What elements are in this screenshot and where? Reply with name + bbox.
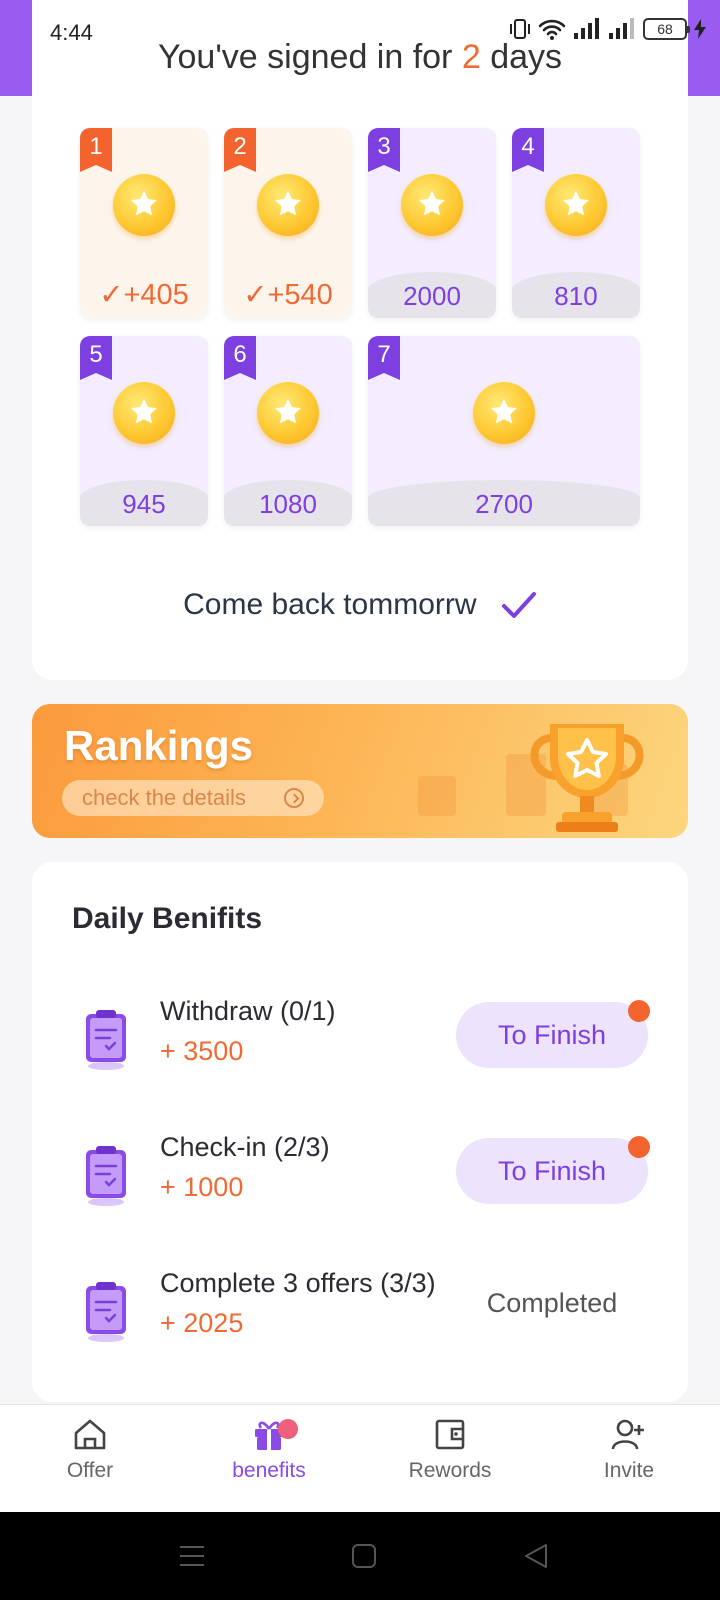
nav-item-offer[interactable]: Offer (25, 1417, 155, 1483)
clipboard-icon (86, 1010, 126, 1070)
to-finish-button[interactable]: To Finish (456, 1136, 650, 1204)
day-reward-claimed: ✓+540 (243, 279, 333, 311)
coin-icon (113, 174, 175, 236)
notification-dot (628, 1136, 650, 1158)
task-reward: + 3500 (160, 1036, 244, 1066)
signal-icon (609, 18, 634, 39)
home-icon (74, 1419, 106, 1450)
day-reward: 1080 coins (224, 480, 352, 526)
day-badge: 1 (80, 128, 112, 172)
coin-icon (401, 174, 463, 236)
notification-dot (278, 1419, 298, 1439)
day-badge: 7 (368, 336, 400, 380)
day-card-7[interactable]: 7 2700 coins (368, 336, 640, 526)
notification-dot (628, 1000, 650, 1022)
day-reward: 2000 coins (368, 272, 496, 318)
clipboard-icon (86, 1146, 126, 1206)
task-name: Withdraw (0/1) (160, 996, 336, 1026)
day-reward: 2700 coins (368, 480, 640, 526)
task-row: Complete 3 offers (3/3) + 2025 Completed (32, 1264, 688, 1344)
rankings-banner[interactable]: Rankings check the details (32, 704, 688, 838)
nav-item-invite[interactable]: Invite (564, 1417, 694, 1483)
day-card-5[interactable]: 5 945 coins (80, 336, 208, 526)
home-button-icon[interactable] (350, 1542, 378, 1570)
check-details-button[interactable]: check the details (62, 780, 324, 816)
rankings-title: Rankings (64, 722, 254, 769)
signin-card: You've signed in for 2 days 1 ✓+405 2 ✓+… (32, 0, 688, 680)
back-icon[interactable] (522, 1542, 550, 1570)
day-card-6[interactable]: 6 1080 coins (224, 336, 352, 526)
bottom-nav: Offer benefits Rewords Invite (0, 1404, 720, 1512)
battery-icon: 68 (643, 18, 690, 40)
task-row: Check-in (2/3) + 1000 To Finish (32, 1128, 688, 1208)
wallet-icon (435, 1419, 465, 1450)
day-reward-claimed: ✓+405 (99, 279, 189, 311)
menu-icon[interactable] (178, 1542, 206, 1570)
coin-icon (257, 174, 319, 236)
task-row: Withdraw (0/1) + 3500 To Finish (32, 992, 688, 1072)
nav-item-rewords[interactable]: Rewords (385, 1417, 515, 1483)
arrow-right-icon (284, 788, 304, 808)
podium-decoration (418, 776, 456, 816)
day-card-1[interactable]: 1 ✓+405 (80, 128, 208, 318)
task-reward: + 1000 (160, 1172, 244, 1202)
come-back-message: Come back tommorrw (32, 588, 688, 622)
to-finish-button[interactable]: To Finish (456, 1000, 650, 1068)
day-badge: 5 (80, 336, 112, 380)
day-card-2[interactable]: 2 ✓+540 (224, 128, 352, 318)
daily-benefits-card: Daily Benifits Withdraw (0/1) + 3500 To … (32, 862, 688, 1402)
coin-icon (545, 174, 607, 236)
signal-icon (574, 18, 599, 39)
task-name: Check-in (2/3) (160, 1132, 330, 1162)
vibrate-icon (510, 19, 530, 39)
day-badge: 6 (224, 336, 256, 380)
wifi-icon (538, 19, 566, 40)
nav-item-benefits[interactable]: benefits (204, 1417, 334, 1483)
task-reward: + 2025 (160, 1308, 244, 1338)
day-badge: 2 (224, 128, 256, 172)
system-nav-bar (0, 1512, 720, 1600)
charging-icon (694, 19, 706, 39)
day-reward: 945 coins (80, 480, 208, 526)
day-badge: 4 (512, 128, 544, 172)
add-user-icon (611, 1419, 644, 1450)
status-time: 4:44 (50, 20, 93, 45)
coin-icon (113, 382, 175, 444)
daily-benefits-title: Daily Benifits (72, 902, 263, 935)
coin-icon (473, 382, 535, 444)
day-badge: 3 (368, 128, 400, 172)
trophy-icon (530, 724, 644, 832)
task-name: Complete 3 offers (3/3) (160, 1268, 436, 1298)
day-reward: 810 coins (512, 272, 640, 318)
coin-icon (257, 382, 319, 444)
status-bar: 4:44 68 (0, 0, 720, 56)
checkmark-icon (501, 592, 536, 619)
completed-status: Completed (486, 1288, 618, 1318)
clipboard-icon (86, 1282, 126, 1342)
day-card-3[interactable]: 3 2000 coins (368, 128, 496, 318)
day-card-4[interactable]: 4 810 coins (512, 128, 640, 318)
